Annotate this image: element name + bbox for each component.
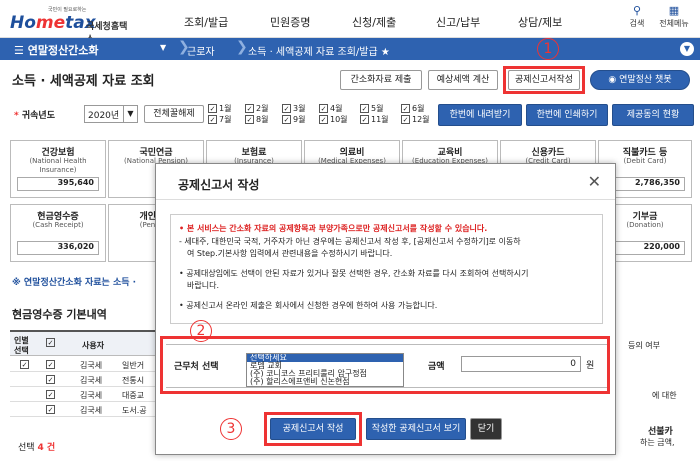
annotation-box-1 — [503, 66, 585, 94]
expand-icon[interactable]: ▼ — [680, 42, 694, 56]
nav-item-application[interactable]: 신청/제출 — [352, 14, 396, 30]
page-title: 소득 · 세액공제 자료 조회 — [12, 74, 155, 89]
annotation-marker-3: 3 — [220, 418, 242, 440]
month-checkbox-3[interactable]: ✓ 3월 — [282, 103, 305, 114]
month-checkbox-9[interactable]: ✓ 9월 — [282, 114, 305, 125]
table-row[interactable]: ✓ 김국세 대중교 — [10, 388, 155, 402]
download-all-button[interactable]: 한번에 내려받기 — [438, 104, 522, 126]
right-text-fragment: 등의 여부 — [628, 341, 660, 350]
card-cash-receipt[interactable]: 현금영수증 (Cash Receipt) 336,020 — [10, 204, 106, 262]
modal-header: 공제신고서 작성 ✕ — [156, 164, 615, 200]
close-icon[interactable]: ✕ — [588, 172, 601, 191]
year-label: * 귀속년도 — [14, 111, 55, 121]
chatbot-icon: ◉ — [608, 75, 620, 85]
notice-box: • 본 서비스는 간소화 자료의 공제항목과 부양가족으로만 공제신고서를 작성… — [170, 214, 603, 324]
chatbot-button[interactable]: ◉ 연말정산 챗봇 — [590, 70, 690, 90]
table-row[interactable]: ✓ 김국세 도서.공 — [10, 403, 155, 417]
select-all-toggle-button[interactable]: 전체꿀해제 — [144, 105, 204, 123]
view-deduction-button[interactable]: 작성한 공제신고서 보기 — [366, 418, 466, 440]
table-header: 인별 선택 ✓ 사용자 — [10, 330, 155, 356]
chevron-down-icon: ▼ — [123, 106, 137, 122]
month-checkbox-7[interactable]: ✓ 7월 — [208, 114, 231, 125]
table-row[interactable]: ✓ 김국세 전통시 — [10, 373, 155, 387]
right-text-fragment: 선불카 — [648, 427, 673, 437]
table-row[interactable]: ✓ ✓ 김국세 일반거 — [10, 358, 155, 372]
month-checkbox-4[interactable]: ✓ 4월 — [319, 103, 342, 114]
breadcrumb-separator: ❯ — [236, 39, 248, 55]
right-text-fragment: 하는 금액, — [640, 438, 675, 447]
year-select[interactable]: 2020년 ▼ — [84, 105, 138, 123]
logo-text: Hometax — [10, 13, 96, 33]
month-checkbox-1[interactable]: ✓ 1월 — [208, 103, 231, 114]
nav-item-inquiry[interactable]: 조회/발급 — [184, 14, 228, 30]
month-checkbox-5[interactable]: ✓ 5월 — [360, 103, 383, 114]
sub-nav-bar: ☰ 연말정산간소화 ▼ ❯ 근로자 ❯ 소득 · 세액공제 자료 조회/발급 ★… — [0, 38, 700, 60]
right-text-fragment: 에 대한 — [652, 391, 677, 400]
top-bar: 국민이 필요로하는 Hometax 국세청홈택스 조회/발급 민원증명 신청/제… — [0, 0, 700, 45]
all-menu-button[interactable]: ▦ 전체메뉴 — [654, 4, 694, 29]
notice-link[interactable]: ※ 연말정산간소화 자료는 소득 · — [12, 275, 136, 288]
close-button[interactable]: 닫기 — [470, 418, 502, 440]
month-checkbox-6[interactable]: ✓ 6월 — [401, 103, 424, 114]
logo-tagline: 국민이 필요로하는 — [48, 7, 87, 13]
year-filter-row: * 귀속년도 2020년 ▼ 전체꿀해제 ✓ 1월 ✓ 7월 ✓ 2월 ✓ 8월 ✓ 3월 … — [8, 100, 698, 130]
nav-item-certificate[interactable]: 민원증명 — [270, 14, 310, 30]
month-checkbox-11[interactable]: ✓ 11월 — [360, 114, 389, 125]
month-checkbox-10[interactable]: ✓ 10월 — [319, 114, 348, 125]
month-checkbox-8[interactable]: ✓ 8월 — [245, 114, 268, 125]
caret-down-icon[interactable]: ▼ — [160, 43, 166, 52]
simple-submit-button[interactable]: 간소화자료 제출 — [340, 70, 422, 90]
selected-count: 선택 4 건 — [18, 443, 56, 453]
search-button[interactable]: ⚲ 검색 — [624, 4, 650, 29]
select-all-checkbox[interactable]: ✓ — [46, 338, 55, 347]
nav-item-consult[interactable]: 상담/제보 — [518, 14, 562, 30]
modal-title: 공제신고서 작성 — [178, 178, 260, 192]
estimate-tax-button[interactable]: 예상세액 계산 — [428, 70, 498, 90]
nav-item-report[interactable]: 신고/납부 — [436, 14, 480, 30]
hometax-logo[interactable]: 국민이 필요로하는 Hometax 국세청홈택스 — [8, 6, 128, 45]
annotation-marker-1: 1 — [537, 38, 559, 60]
breadcrumb-current: 소득 · 세액공제 자료 조회/발급 ★ — [248, 47, 390, 58]
month-checkbox-2[interactable]: ✓ 2월 — [245, 103, 268, 114]
section-title: 현금영수증 기본내역 — [12, 308, 107, 321]
annotation-box-2 — [160, 336, 610, 394]
print-all-button[interactable]: 한번에 인쇄하기 — [526, 104, 608, 126]
month-checkbox-12[interactable]: ✓ 12월 — [401, 114, 430, 125]
search-icon: ⚲ — [632, 4, 642, 17]
breadcrumb-worker[interactable]: 근로자 — [187, 43, 215, 58]
annotation-box-3 — [264, 412, 362, 446]
grid-menu-icon: ▦ — [668, 4, 680, 17]
deduction-form-modal: 공제신고서 작성 ✕ • 본 서비스는 간소화 자료의 공제항목과 부양가족으로… — [155, 163, 616, 455]
menu-title[interactable]: ☰ 연말정산간소화 — [14, 42, 99, 58]
provider-status-button[interactable]: 제공동의 현황 — [612, 104, 694, 126]
card-health-insurance[interactable]: 건강보험 (National Health Insurance) 395,640 — [10, 140, 106, 198]
